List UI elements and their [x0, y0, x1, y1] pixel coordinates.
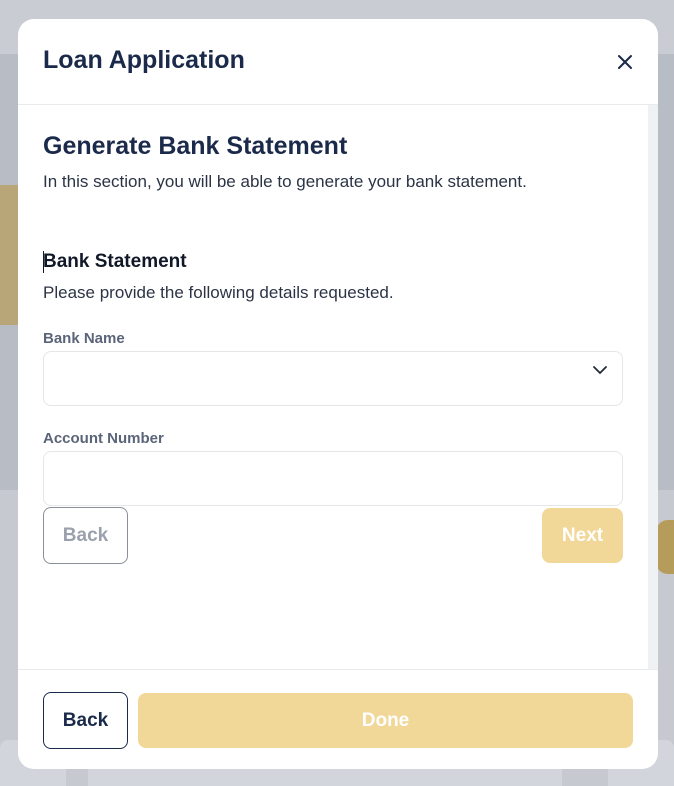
chevron-down-icon[interactable] [592, 362, 608, 378]
loan-application-modal: Loan Application Generate Bank Statement… [18, 19, 658, 769]
subsection-description: Please provide the following details req… [43, 283, 394, 302]
modal-header: Loan Application [18, 19, 658, 105]
background-image [0, 185, 20, 325]
bank-name-label: Bank Name [43, 330, 125, 347]
bank-name-select[interactable] [43, 351, 623, 406]
account-number-label: Account Number [43, 430, 164, 447]
background-illustration [656, 520, 674, 574]
modal-footer: Back Done [18, 669, 658, 769]
section-title: Generate Bank Statement [43, 132, 348, 160]
account-number-input[interactable] [43, 451, 623, 506]
modal-title: Loan Application [43, 46, 245, 74]
footer-back-button[interactable]: Back [43, 692, 128, 749]
text-cursor [43, 251, 44, 273]
next-button[interactable]: Next [542, 508, 623, 563]
done-button[interactable]: Done [138, 693, 633, 748]
close-button[interactable] [611, 48, 639, 76]
scrollbar[interactable] [648, 105, 658, 669]
step-back-button[interactable]: Back [43, 507, 128, 564]
subsection-title: Bank Statement [43, 251, 187, 272]
close-icon [618, 55, 632, 69]
section-description: In this section, you will be able to gen… [43, 172, 527, 191]
modal-body: Generate Bank Statement In this section,… [18, 105, 658, 669]
